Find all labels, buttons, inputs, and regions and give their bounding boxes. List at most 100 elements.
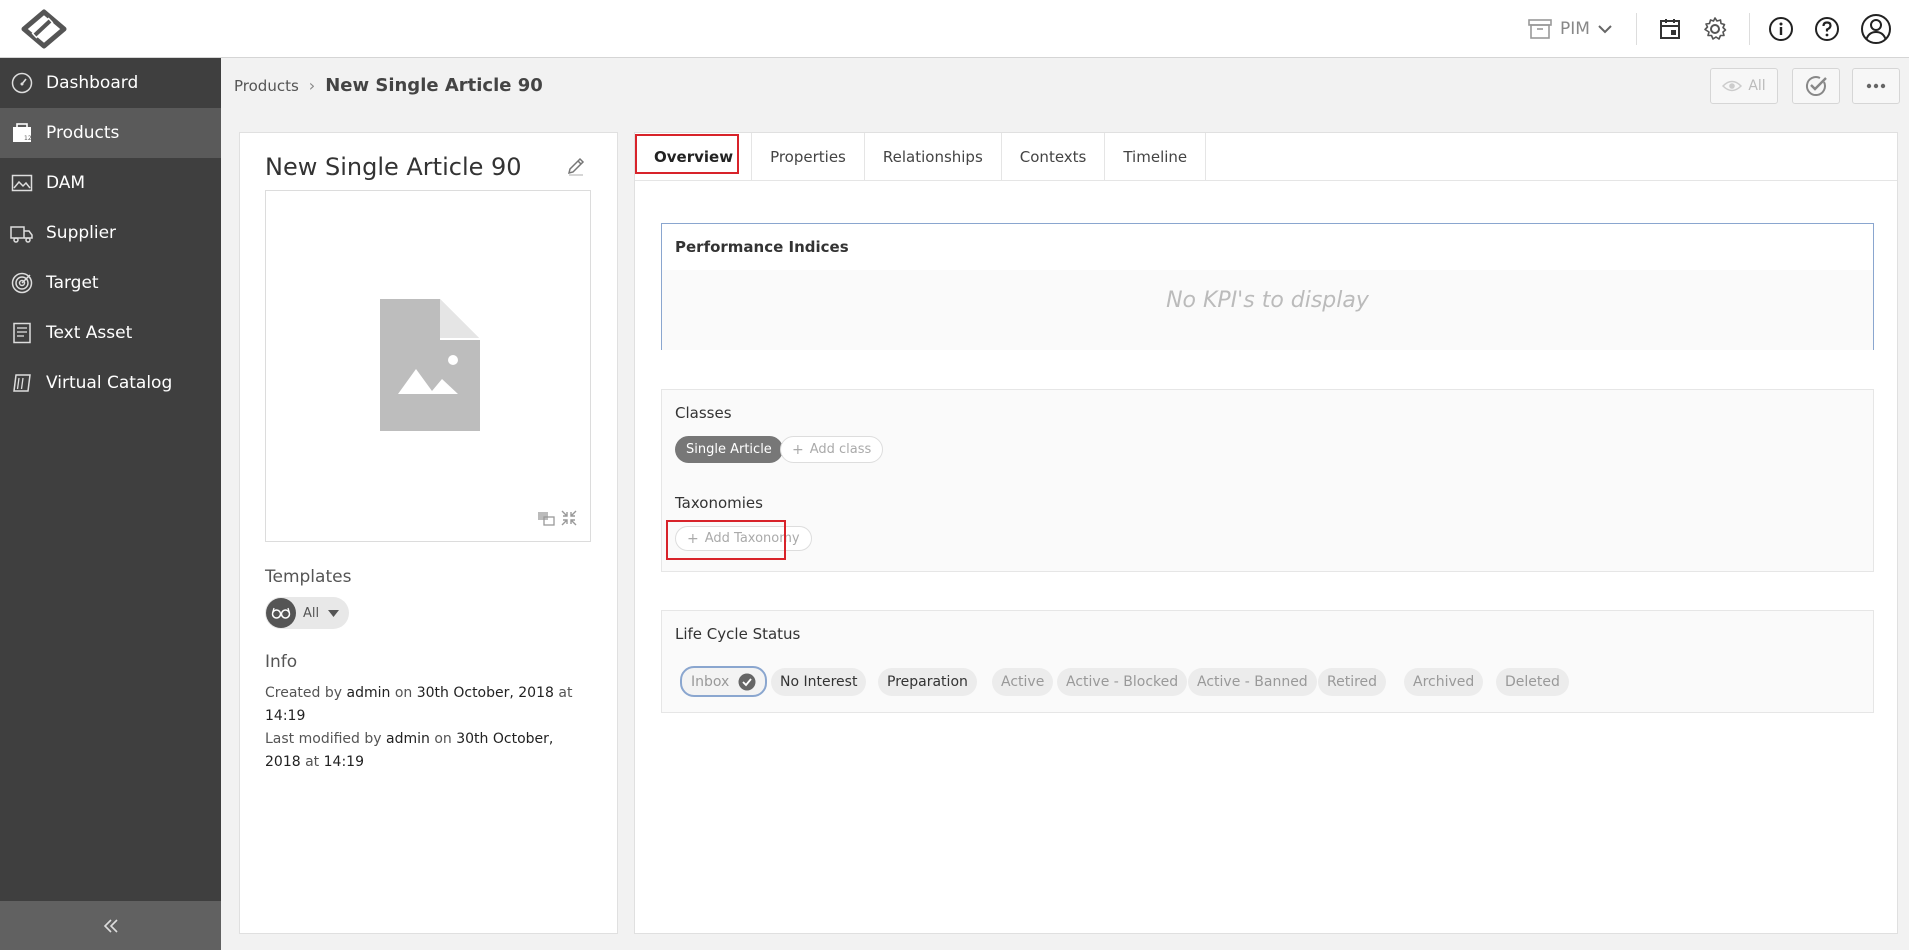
plus-icon: +: [687, 530, 699, 547]
add-taxonomy-button[interactable]: + Add Taxonomy: [675, 526, 812, 551]
tab-timeline[interactable]: Timeline: [1105, 133, 1207, 181]
status-active-banned[interactable]: Active - Banned: [1188, 668, 1317, 696]
info-label: Info: [265, 652, 298, 672]
help-icon[interactable]: [1811, 13, 1843, 45]
performance-indices-panel: Performance Indices No KPI's to display: [661, 223, 1874, 350]
breadcrumb-separator: ›: [308, 76, 316, 95]
overview-card: Overview Properties Relationships Contex…: [634, 132, 1898, 934]
status-active[interactable]: Active: [992, 668, 1054, 696]
panel-header: Performance Indices: [662, 224, 1873, 270]
sidebar-item-dashboard[interactable]: Dashboard: [0, 58, 221, 108]
breadcrumb-root[interactable]: Products: [234, 77, 299, 95]
info-icon[interactable]: [1765, 13, 1797, 45]
tab-properties[interactable]: Properties: [752, 133, 865, 181]
sidebar-item-label: Dashboard: [46, 73, 139, 93]
templates-select[interactable]: All: [265, 597, 349, 629]
status-preparation[interactable]: Preparation: [878, 668, 977, 696]
pencil-icon[interactable]: [565, 155, 587, 177]
caret-down-icon: [328, 609, 340, 617]
shrink-icon[interactable]: [560, 509, 578, 527]
sidebar-item-label: Target: [46, 273, 99, 293]
more-options-button[interactable]: [1852, 68, 1900, 104]
approve-button[interactable]: [1792, 68, 1840, 104]
catalog-icon: [10, 371, 34, 395]
archive-icon: [1528, 18, 1552, 40]
classes-taxonomies-panel: Classes Single Article + Add class Taxon…: [661, 389, 1874, 572]
sidebar-item-target[interactable]: Target: [0, 258, 221, 308]
calendar-box-icon[interactable]: [1654, 13, 1686, 45]
image-placeholder-icon: [380, 299, 480, 431]
tab-bar: Overview Properties Relationships Contex…: [635, 133, 1897, 181]
modified-line-cont: 2018 at 14:19: [265, 754, 364, 770]
sidebar: Dashboard 12 Products DAM Supplier Targe…: [0, 58, 221, 950]
sidebar-item-label: Supplier: [46, 223, 117, 243]
sidebar-item-label: Products: [46, 123, 120, 143]
module-select-label: PIM: [1560, 19, 1590, 39]
chevron-down-icon: [1598, 24, 1612, 34]
sidebar-item-virtual-catalog[interactable]: Virtual Catalog: [0, 358, 221, 408]
top-bar: PIM: [0, 0, 1909, 58]
add-class-label: Add class: [809, 442, 872, 457]
view-filter-button[interactable]: All: [1710, 68, 1778, 104]
svg-text:12: 12: [24, 135, 32, 142]
topbar-divider: [1749, 13, 1750, 45]
class-chip-single-article[interactable]: Single Article: [675, 436, 783, 463]
replace-image-icon[interactable]: [537, 509, 555, 527]
kpi-empty-message: No KPI's to display: [1166, 287, 1369, 313]
sidebar-item-text-asset[interactable]: Text Asset: [0, 308, 221, 358]
taxonomies-title: Taxonomies: [675, 494, 763, 512]
lifecycle-panel: Life Cycle Status Inbox No Interest Prep…: [661, 610, 1874, 713]
module-select[interactable]: PIM: [1528, 14, 1612, 44]
breadcrumb-current: New Single Article 90: [325, 75, 543, 96]
text-asset-icon: [10, 321, 34, 345]
sidebar-item-supplier[interactable]: Supplier: [0, 208, 221, 258]
status-no-interest[interactable]: No Interest: [771, 668, 867, 696]
more-horizontal-icon: [1866, 83, 1886, 89]
tab-contexts[interactable]: Contexts: [1002, 133, 1106, 181]
status-inbox[interactable]: Inbox: [680, 666, 768, 697]
created-line: Created by admin on 30th October, 2018 a…: [265, 685, 573, 724]
products-icon: 12: [10, 121, 34, 145]
sidebar-item-dam[interactable]: DAM: [0, 158, 221, 208]
sidebar-item-products[interactable]: 12 Products: [0, 108, 221, 158]
target-icon: [10, 271, 34, 295]
page-header: Products › New Single Article 90 All: [221, 58, 1909, 114]
tab-relationships[interactable]: Relationships: [865, 133, 1002, 181]
sidebar-collapse-button[interactable]: [0, 901, 221, 950]
kpi-body: No KPI's to display: [662, 270, 1873, 350]
templates-value: All: [303, 605, 320, 621]
truck-icon: [10, 221, 34, 245]
sidebar-item-label: DAM: [46, 173, 86, 193]
gear-icon[interactable]: [1699, 13, 1731, 45]
logo-icon[interactable]: [20, 9, 68, 49]
view-filter-label: All: [1748, 78, 1766, 94]
double-chevron-left-icon: [102, 918, 120, 934]
check-circle-icon: [1804, 75, 1828, 97]
user-icon[interactable]: [1859, 12, 1893, 46]
templates-label: Templates: [265, 567, 352, 587]
sidebar-item-label: Virtual Catalog: [46, 373, 173, 393]
status-retired[interactable]: Retired: [1318, 668, 1387, 696]
status-archived[interactable]: Archived: [1404, 668, 1484, 696]
product-title: New Single Article 90: [265, 153, 522, 181]
classes-title: Classes: [675, 404, 732, 422]
eye-icon: [1722, 79, 1743, 93]
plus-icon: +: [792, 441, 804, 458]
breadcrumb: Products › New Single Article 90: [234, 75, 543, 96]
status-active-blocked[interactable]: Active - Blocked: [1057, 668, 1188, 696]
add-taxonomy-label: Add Taxonomy: [704, 531, 800, 546]
sidebar-item-label: Text Asset: [46, 323, 133, 343]
dashboard-icon: [10, 71, 34, 95]
modified-line: Last modified by admin on 30th October,: [265, 731, 554, 747]
product-image-area[interactable]: [265, 190, 591, 542]
image-icon: [10, 171, 34, 195]
topbar-divider: [1636, 13, 1637, 45]
info-details: Created by admin on 30th October, 2018 a…: [265, 682, 605, 774]
status-deleted[interactable]: Deleted: [1496, 668, 1569, 696]
tab-overview[interactable]: Overview: [635, 133, 753, 181]
performance-indices-title: Performance Indices: [675, 238, 849, 256]
add-class-button[interactable]: + Add class: [780, 436, 884, 463]
lifecycle-title: Life Cycle Status: [675, 625, 801, 643]
check-circle-icon: [738, 673, 756, 691]
product-summary-card: New Single Article 90 Templates All Info…: [239, 132, 618, 934]
